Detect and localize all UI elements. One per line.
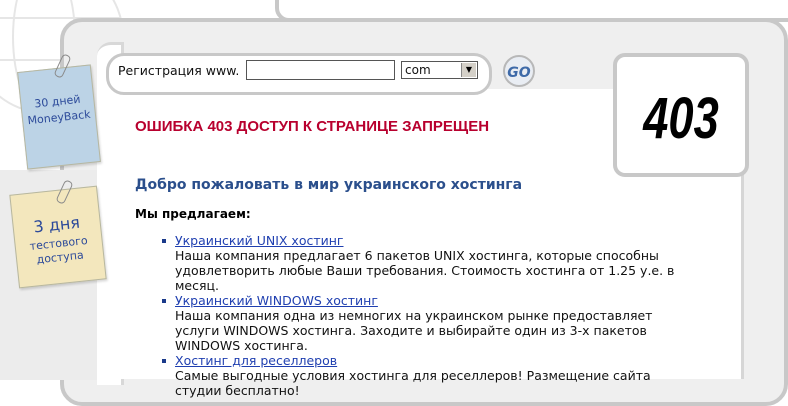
offer-label: Мы предлагаем: [135, 207, 251, 221]
unix-hosting-description: Наша компания предлагает 6 пакетов UNIX … [175, 248, 675, 293]
domain-search-label: Регистрация www. [118, 63, 240, 78]
reseller-hosting-description: Самые выгодные условия хостинга для ресе… [175, 368, 651, 398]
windows-hosting-link[interactable]: Украинский WINDOWS хостинг [175, 293, 378, 308]
list-item: Украинский WINDOWS хостинг Наша компания… [135, 293, 695, 353]
chevron-down-icon[interactable]: ▼ [461, 63, 476, 77]
list-item: Украинский UNIX хостинг Наша компания пр… [135, 233, 695, 293]
list-item: Хостинг для реселлеров Самые выгодные ус… [135, 353, 695, 398]
hosting-offer-list: Украинский UNIX хостинг Наша компания пр… [135, 233, 695, 398]
tld-select-value: com [405, 63, 431, 77]
welcome-heading: Добро пожаловать в мир украинского хости… [135, 177, 523, 193]
domain-search-input[interactable] [246, 60, 395, 80]
tld-select[interactable]: com ▼ [401, 61, 478, 79]
bullet-icon [162, 299, 166, 303]
moneyback-note[interactable]: 30 дней MoneyBack [17, 64, 101, 170]
error-code-box: 403 [613, 53, 749, 177]
unix-hosting-link[interactable]: Украинский UNIX хостинг [175, 233, 344, 248]
error-title: ОШИБКА 403 ДОСТУП К СТРАНИЦЕ ЗАПРЕЩЕН [135, 118, 490, 135]
windows-hosting-description: Наша компания одна из немногих на украин… [175, 308, 653, 353]
go-button[interactable]: GO [503, 55, 535, 87]
reseller-hosting-link[interactable]: Хостинг для реселлеров [175, 353, 337, 368]
bullet-icon [162, 359, 166, 363]
bullet-icon [162, 239, 166, 243]
error-code: 403 [643, 86, 719, 151]
